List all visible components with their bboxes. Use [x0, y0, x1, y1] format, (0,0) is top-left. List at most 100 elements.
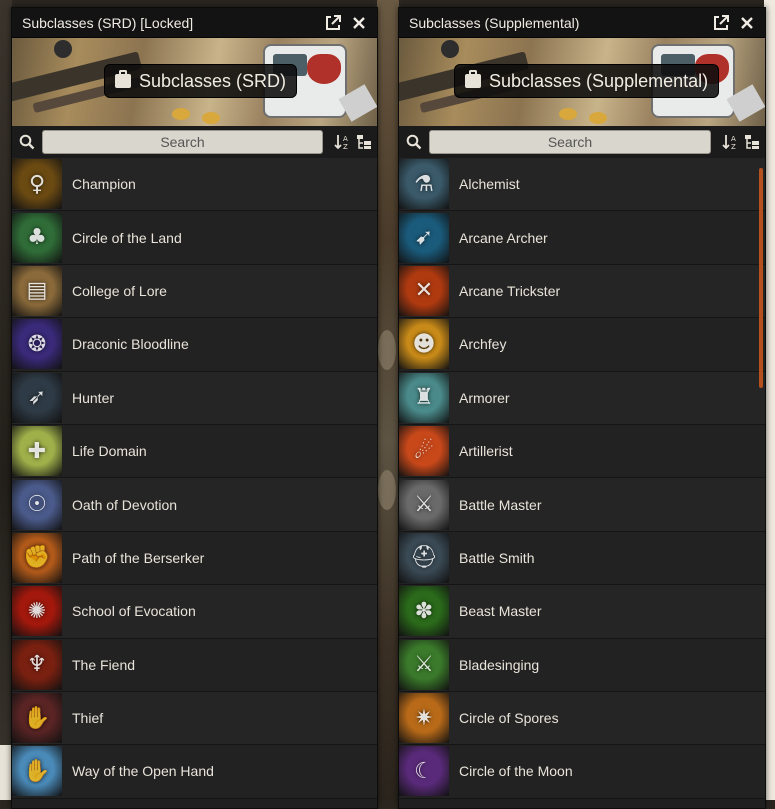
icon-glyph: ✚ — [27, 438, 47, 464]
banner-label-text: Subclasses (Supplemental) — [489, 70, 709, 91]
banner-label-text: Subclasses (SRD) — [139, 70, 287, 91]
icon-glyph: ♀ — [28, 171, 46, 197]
list-item[interactable]: ⚗ Alchemist — [399, 158, 765, 212]
list-item[interactable]: ✚ Life Domain — [12, 424, 377, 479]
glove-icon: ✋ — [12, 693, 62, 744]
list-item[interactable]: ➹ Arcane Archer — [399, 211, 765, 265]
banner-art-bomb — [54, 40, 72, 58]
search-icon — [403, 134, 425, 150]
icon-glyph: ⛑ — [410, 545, 438, 571]
list-item-label: Circle of the Land — [72, 229, 182, 246]
icon-glyph: ☉ — [27, 492, 47, 518]
list-item[interactable]: ✋ Way of the Open Hand — [12, 745, 377, 799]
list-item-label: Thief — [72, 710, 104, 727]
briefcase-icon — [115, 70, 131, 88]
window-titlebar[interactable]: Subclasses (SRD) [Locked] — [12, 8, 377, 38]
icon-glyph: ✋ — [23, 758, 51, 784]
list-item[interactable]: ⛑ Battle Smith — [399, 531, 765, 586]
svg-text:Z: Z — [731, 143, 736, 150]
helmet-icon: ⛑ — [399, 532, 449, 583]
list-item[interactable]: ☄ Artillerist — [399, 424, 765, 479]
icon-glyph: ⚔ — [414, 492, 434, 518]
sort-button[interactable]: AZ — [721, 133, 739, 151]
icon-glyph: ♜ — [414, 385, 434, 411]
list-item-label: Draconic Bloodline — [72, 336, 189, 353]
briefcase-icon — [465, 70, 481, 88]
window-titlebar[interactable]: Subclasses (Supplemental) — [399, 8, 765, 38]
popout-button[interactable] — [711, 13, 731, 33]
banner-art-coin — [202, 112, 220, 124]
list-item[interactable]: ☾ Circle of the Moon — [399, 745, 765, 799]
list-item[interactable]: ✽ Beast Master — [399, 585, 765, 639]
sort-button[interactable]: AZ — [333, 133, 351, 151]
list-item[interactable]: ✋ Thief — [12, 691, 377, 746]
banner-art-coin — [559, 108, 577, 120]
banner-label: Subclasses (SRD) — [104, 64, 298, 98]
list-item-label: Way of the Open Hand — [72, 763, 214, 780]
list-item-label: Path of the Berserker — [72, 549, 205, 566]
folder-tree-icon — [357, 135, 371, 149]
list-item[interactable]: ❂ Draconic Bloodline — [12, 318, 377, 372]
banner-art-coin — [172, 108, 190, 120]
compendium-window-supplemental[interactable]: Subclasses (Supplemental) Subclasses (Su… — [398, 7, 766, 809]
chain-fist-icon: ✊ — [12, 532, 62, 583]
list-item[interactable]: ♜ Armorer — [399, 371, 765, 425]
close-button[interactable] — [737, 13, 757, 33]
list-item-label: Circle of Spores — [459, 710, 559, 727]
icon-glyph: ✽ — [414, 598, 434, 624]
search-input[interactable] — [429, 130, 711, 154]
list-item-label: Life Domain — [72, 443, 147, 460]
popout-button[interactable] — [323, 13, 343, 33]
icon-glyph: ☻ — [412, 331, 436, 357]
icon-glyph: ✊ — [23, 545, 51, 571]
banner-label: Subclasses (Supplemental) — [454, 64, 720, 98]
spores-icon: ✷ — [399, 693, 449, 744]
list-item[interactable]: ♆ The Fiend — [12, 638, 377, 692]
collapse-folders-button[interactable] — [743, 133, 761, 151]
subclass-list[interactable]: ♀ Champion ♣ Circle of the Land ▤ College of … — [12, 158, 377, 808]
list-item[interactable]: ✊ Path of the Berserker — [12, 531, 377, 586]
icon-glyph: ✕ — [414, 278, 434, 304]
search-input[interactable] — [42, 130, 323, 154]
icon-glyph: ➹ — [414, 225, 434, 251]
background-ornament — [378, 330, 396, 370]
moon-icon: ☾ — [399, 746, 449, 797]
list-item[interactable]: ♣ Circle of the Land — [12, 211, 377, 265]
compendium-window-srd[interactable]: Subclasses (SRD) [Locked] Subclasses (SR… — [11, 7, 378, 809]
list-item[interactable]: ✺ School of Evocation — [12, 585, 377, 639]
list-item[interactable]: ⚔ Battle Master — [399, 478, 765, 532]
close-button[interactable] — [349, 13, 369, 33]
icon-glyph: ✺ — [27, 598, 47, 624]
icon-glyph: ♣ — [27, 225, 47, 251]
list-item-label: Battle Master — [459, 496, 542, 513]
list-item[interactable]: ➶ Hunter — [12, 371, 377, 425]
list-item-label: Artillerist — [459, 443, 513, 460]
open-hand-icon: ✋ — [12, 746, 62, 797]
collapse-folders-button[interactable] — [355, 133, 373, 151]
subclass-list[interactable]: ⚗ Alchemist ➹ Arcane Archer ✕ Arcane Trickste… — [399, 158, 765, 808]
list-item[interactable]: ♀ Champion — [12, 158, 377, 212]
banner-art-coin — [589, 112, 607, 124]
champion-icon: ♀ — [12, 159, 62, 210]
sort-icon: AZ — [334, 135, 348, 150]
icon-glyph: ➶ — [27, 385, 47, 411]
list-item[interactable]: ✕ Arcane Trickster — [399, 264, 765, 319]
icon-glyph: ⚗ — [414, 171, 434, 197]
list-item[interactable]: ▤ College of Lore — [12, 264, 377, 319]
sort-icon: AZ — [722, 135, 736, 150]
crossed-swords-icon: ⚔ — [399, 479, 449, 530]
pumpkin-icon: ☻ — [399, 319, 449, 370]
cannon-fire-icon: ☄ — [399, 426, 449, 477]
list-item-label: Alchemist — [459, 176, 520, 193]
list-item[interactable]: ☻ Archfey — [399, 318, 765, 372]
icon-glyph: ❂ — [27, 331, 47, 357]
scrollbar-thumb[interactable] — [759, 168, 763, 388]
crossed-blades-icon: ✕ — [399, 265, 449, 316]
list-item-label: Hunter — [72, 389, 115, 406]
list-item[interactable]: ⚔ Bladesinging — [399, 638, 765, 692]
list-item[interactable]: ✷ Circle of Spores — [399, 691, 765, 746]
blade-icon: ⚔ — [399, 639, 449, 690]
window-title: Subclasses (SRD) [Locked] — [22, 14, 194, 31]
close-icon — [353, 16, 365, 29]
list-item[interactable]: ☉ Oath of Devotion — [12, 478, 377, 532]
